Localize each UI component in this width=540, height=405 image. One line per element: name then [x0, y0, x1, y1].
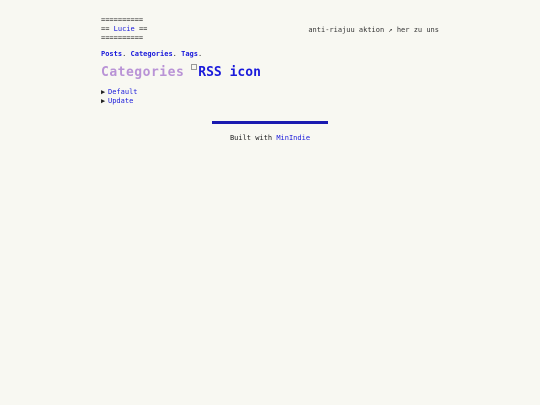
- footer-divider: [212, 121, 328, 124]
- page-title: Categories: [101, 65, 185, 80]
- footer-text: Built with: [229, 134, 277, 142]
- site-tagline: anti-riajuu aktion ↗ her zu uns: [308, 26, 439, 34]
- category-list: ▶ Default ▶ Update: [101, 88, 439, 106]
- category-link-update[interactable]: Update: [108, 97, 133, 106]
- main-nav: Posts. Categories. Tags.: [101, 50, 439, 59]
- brand-link[interactable]: Lucie: [114, 25, 135, 33]
- nav-categories[interactable]: Categories: [131, 50, 173, 58]
- site-header: ========== == Lucie == ========== anti-r…: [101, 16, 439, 44]
- triangle-right-icon: ▶: [101, 97, 106, 105]
- brand-rule-bottom: ==========: [101, 34, 144, 42]
- nav-separator: .: [197, 50, 203, 58]
- nav-tags[interactable]: Tags: [181, 50, 198, 58]
- footer-minindie-link[interactable]: MinIndie: [276, 134, 310, 142]
- nav-posts[interactable]: Posts: [101, 50, 122, 58]
- brand-suffix: ==: [134, 25, 148, 33]
- page-heading: Categories RSS icon: [101, 64, 439, 82]
- rss-icon-alt-text: RSS icon: [198, 65, 261, 80]
- nav-separator: .: [172, 50, 182, 58]
- brand-prefix: ==: [101, 25, 114, 33]
- category-link-default[interactable]: Default: [108, 88, 138, 97]
- nav-separator: .: [122, 50, 131, 58]
- list-item: ▶ Update: [101, 97, 439, 106]
- brand-rule-top: ==========: [101, 16, 144, 24]
- broken-image-icon: [191, 64, 198, 70]
- triangle-right-icon: ▶: [101, 88, 106, 96]
- site-footer: Built with MinIndie: [0, 134, 540, 143]
- list-item: ▶ Default: [101, 88, 439, 97]
- page-container: ========== == Lucie == ========== anti-r…: [101, 16, 439, 106]
- rss-feed-link[interactable]: RSS icon: [191, 64, 261, 82]
